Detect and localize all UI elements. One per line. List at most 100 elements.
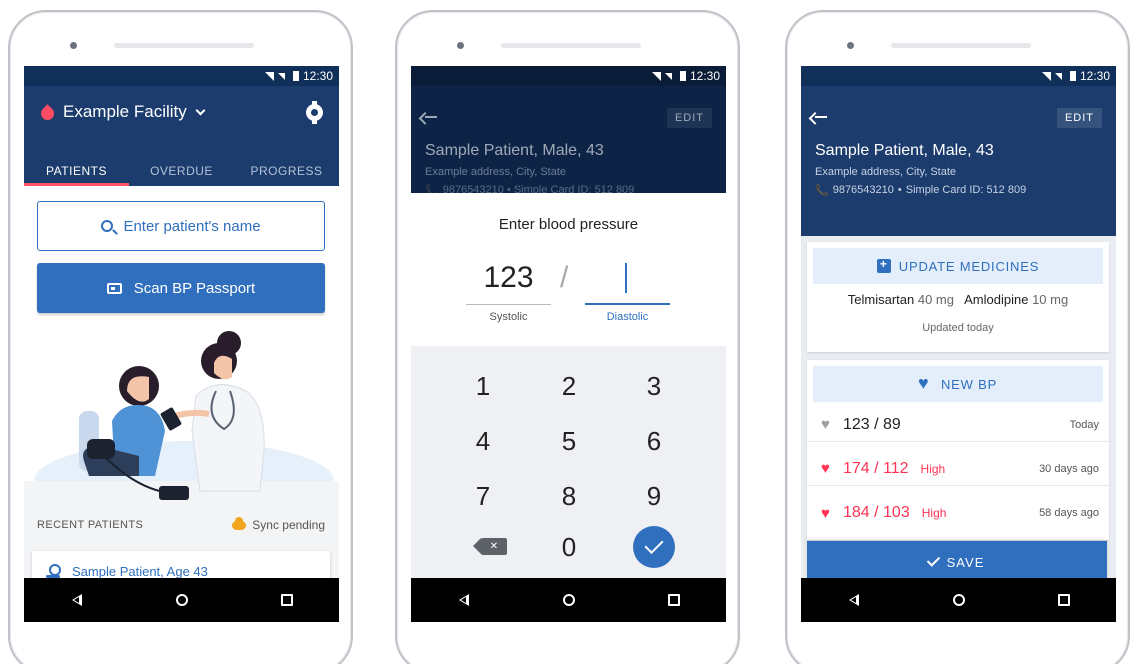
nav-home-button[interactable] [939,585,979,615]
save-label: SAVE [946,554,985,570]
sheet-title: Enter blood pressure [498,216,639,233]
diastolic-underline[interactable] [585,303,670,305]
screen-bp-entry: 12:30 EDIT Sample Patient, Male, 43 Exam… [411,66,726,622]
bp-reading-row[interactable]: ♥ 184 / 103 High 58 days ago [807,496,1109,530]
confirm-check-button[interactable] [633,526,675,568]
key-6[interactable]: 6 [614,416,694,466]
nav-back-button[interactable] [834,585,874,615]
android-nav-bar [411,578,726,622]
nav-back-button[interactable] [444,585,484,615]
key-5[interactable]: 5 [529,416,609,466]
search-icon [101,220,114,232]
patient-name: Sample Patient, Male, 43 [425,142,604,159]
bp-high-flag: High [921,506,947,520]
battery-icon [292,71,299,81]
battery-icon [1069,71,1076,81]
cloud-sync-icon [232,516,247,530]
wifi-icon [651,71,661,81]
edit-button[interactable]: EDIT [666,108,712,128]
blood-drop-icon [40,104,55,121]
scan-bp-passport-button[interactable]: Scan BP Passport [37,263,325,313]
search-input[interactable]: Enter patient's name [37,201,325,251]
back-arrow-icon[interactable] [425,116,437,118]
square-recents-icon [1057,594,1070,606]
tab-bar: PATIENTS OVERDUE PROGRESS [24,156,339,186]
phone-bp-entry: 12:30 EDIT Sample Patient, Male, 43 Exam… [395,10,740,664]
screen-home: 12:30 Example Facility PATIENTS OVERDUE … [24,66,339,622]
camera-dot [847,42,854,49]
bp-value: 174 / 112 [843,459,909,477]
patient-address: Example address, City, State [425,166,567,178]
bp-reading-row[interactable]: ♥ 123 / 89 Today [807,408,1109,442]
key-3[interactable]: 3 [614,361,694,411]
phone-home: 12:30 Example Facility PATIENTS OVERDUE … [8,10,353,664]
key-2[interactable]: 2 [529,361,609,411]
key-1[interactable]: 1 [443,361,523,411]
patient-header-dimmed: EDIT Sample Patient, Male, 43 Example ad… [411,86,726,197]
circle-home-icon [562,594,575,606]
nav-recents-button[interactable] [267,585,307,615]
signal-icon [664,72,672,80]
save-button[interactable]: SAVE [807,541,1107,583]
key-0[interactable]: 0 [529,522,609,572]
patient-phone: 9876543210 [832,184,894,196]
speaker-grille [114,43,254,48]
back-arrow-icon[interactable] [815,116,827,118]
update-medicines-button[interactable]: UPDATE MEDICINES [813,248,1103,284]
circle-home-icon [952,594,965,606]
update-medicines-label: UPDATE MEDICINES [898,258,1040,274]
gear-icon[interactable] [306,101,323,124]
nav-home-button[interactable] [162,585,202,615]
status-time: 12:30 [302,69,333,83]
circle-home-icon [175,594,188,606]
key-7[interactable]: 7 [443,471,523,521]
nav-recents-button[interactable] [1044,585,1084,615]
wifi-icon [1041,71,1051,81]
nav-home-button[interactable] [549,585,589,615]
bp-separator: / [560,261,569,294]
nav-recents-button[interactable] [654,585,694,615]
bp-date: 58 days ago [1039,507,1099,519]
tab-overdue[interactable]: OVERDUE [129,156,234,186]
edit-button[interactable]: EDIT [1056,108,1102,128]
android-nav-bar [24,578,339,622]
bp-date: Today [1069,418,1099,431]
status-bar: 12:30 [24,66,339,86]
user-icon [46,564,61,578]
new-bp-button[interactable]: NEW BP [813,366,1103,402]
medicines-updated: Updated today [922,322,994,334]
medicine-name: Amlodipine [964,292,1029,307]
numeric-keypad: 1 2 3 4 5 6 7 8 9 0 [411,346,726,578]
bp-high-flag: High [920,461,946,476]
search-placeholder: Enter patient's name [123,217,261,235]
key-8[interactable]: 8 [529,471,609,521]
heart-icon: ♥ [821,504,830,522]
bp-reading-row[interactable]: ♥ 174 / 112 High 30 days ago [807,452,1109,486]
bp-date: 30 days ago [1039,462,1099,475]
heart-plus-icon [918,373,933,394]
key-4[interactable]: 4 [443,416,523,466]
patient-contact: 📞 9876543210 • Simple Card ID: 512 809 [815,184,1026,197]
wifi-icon [264,71,274,81]
speaker-grille [891,43,1031,48]
signal-icon [277,72,285,80]
systolic-label: Systolic [489,311,528,323]
patient-name: Sample Patient, Male, 43 [815,142,994,159]
backspace-icon[interactable] [473,538,507,555]
systolic-field[interactable]: 123 [466,261,551,295]
signal-icon [1054,72,1062,80]
phone-patient-summary: 12:30 EDIT Sample Patient, Male, 43 Exam… [785,10,1130,664]
status-bar: 12:30 [801,66,1116,86]
camera-dot [70,42,77,49]
medicine-dose: 10 mg [1032,292,1069,307]
scan-button-label: Scan BP Passport [133,279,256,297]
heart-icon: ♥ [821,416,830,433]
tab-progress[interactable]: PROGRESS [234,156,339,186]
nav-back-button[interactable] [57,585,97,615]
key-9[interactable]: 9 [614,471,694,521]
sync-label: Sync pending [252,518,325,532]
facility-switcher[interactable]: Example Facility [40,102,206,122]
medicine-dose: 40 mg [917,292,954,307]
tab-patients[interactable]: PATIENTS [24,156,129,186]
diastolic-label: Diastolic [606,311,649,323]
